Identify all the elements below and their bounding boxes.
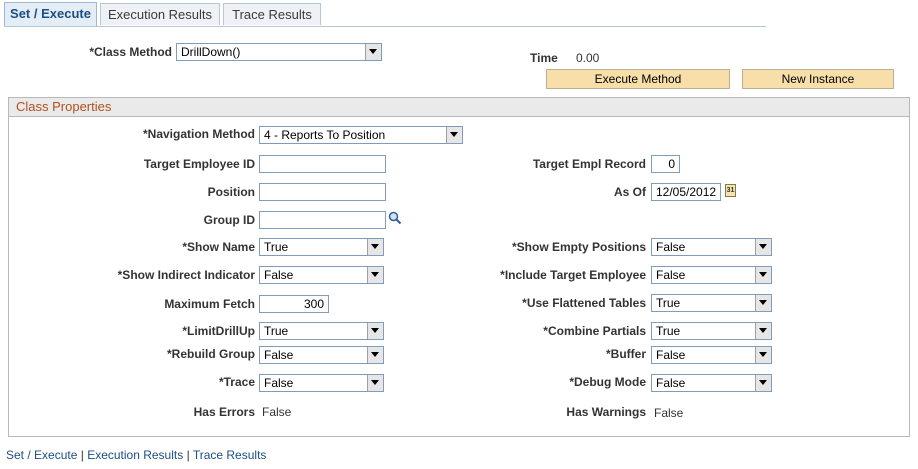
target-empl-record-label: Target Empl Record bbox=[532, 157, 646, 171]
navigation-method-value: 4 - Reports To Position bbox=[264, 128, 386, 142]
chevron-down-icon[interactable] bbox=[367, 267, 383, 283]
navigation-method-select[interactable]: 4 - Reports To Position bbox=[259, 126, 463, 144]
chevron-down-icon[interactable] bbox=[446, 127, 462, 143]
search-icon[interactable] bbox=[388, 211, 402, 225]
combine-partials-select[interactable]: True bbox=[651, 322, 772, 340]
chevron-down-icon[interactable] bbox=[367, 347, 383, 363]
has-errors-label: Has Errors bbox=[193, 405, 255, 419]
trace-label: *Trace bbox=[218, 375, 255, 389]
show-name-select[interactable]: True bbox=[259, 238, 384, 256]
combine-partials-label: *Combine Partials bbox=[543, 324, 646, 338]
rebuild-group-select[interactable]: False bbox=[259, 346, 384, 364]
limit-drill-up-label: *LimitDrillUp bbox=[182, 324, 255, 338]
chevron-down-icon[interactable] bbox=[755, 295, 771, 311]
has-warnings-value: False bbox=[654, 406, 684, 420]
class-properties-header bbox=[8, 97, 910, 117]
chevron-down-icon[interactable] bbox=[755, 347, 771, 363]
limit-drill-up-select[interactable]: True bbox=[259, 322, 384, 340]
limit-drill-up-value: True bbox=[264, 324, 289, 338]
chevron-down-icon[interactable] bbox=[367, 239, 383, 255]
class-method-value: DrillDown() bbox=[181, 45, 241, 59]
group-id-input[interactable] bbox=[259, 211, 386, 229]
target-empl-record-input[interactable]: 0 bbox=[651, 155, 680, 173]
debug-mode-label: *Debug Mode bbox=[569, 375, 646, 389]
as-of-input[interactable]: 12/05/2012 bbox=[651, 183, 721, 201]
tab-strip-line bbox=[4, 26, 766, 27]
target-employee-id-input[interactable] bbox=[259, 155, 386, 173]
target-employee-id-label: Target Employee ID bbox=[143, 157, 255, 171]
position-input[interactable] bbox=[259, 183, 386, 201]
chevron-down-icon[interactable] bbox=[367, 323, 383, 339]
footer-link-set-execute[interactable]: Set / Execute bbox=[6, 448, 77, 462]
footer-link-execution-results[interactable]: Execution Results bbox=[87, 448, 183, 462]
as-of-label: As Of bbox=[613, 185, 646, 199]
show-name-value: True bbox=[264, 240, 289, 254]
debug-mode-value: False bbox=[656, 376, 686, 390]
footer-separator: | bbox=[80, 448, 84, 462]
show-name-label: *Show Name bbox=[182, 240, 255, 254]
maximum-fetch-input[interactable]: 300 bbox=[259, 295, 329, 313]
new-instance-button[interactable]: New Instance bbox=[742, 69, 894, 89]
chevron-down-icon[interactable] bbox=[367, 375, 383, 391]
use-flattened-tables-select[interactable]: True bbox=[651, 294, 772, 312]
tab-set-execute[interactable]: Set / Execute bbox=[4, 2, 97, 26]
show-indirect-indicator-select[interactable]: False bbox=[259, 266, 384, 284]
debug-mode-select[interactable]: False bbox=[651, 374, 772, 392]
show-indirect-indicator-value: False bbox=[264, 268, 294, 282]
navigation-method-label: *Navigation Method bbox=[142, 127, 255, 141]
chevron-down-icon[interactable] bbox=[755, 267, 771, 283]
chevron-down-icon[interactable] bbox=[755, 323, 771, 339]
time-value: 0.00 bbox=[576, 51, 600, 65]
group-id-label: Group ID bbox=[203, 213, 255, 227]
show-indirect-indicator-label: *Show Indirect Indicator bbox=[117, 268, 255, 282]
execute-method-button[interactable]: Execute Method bbox=[546, 69, 730, 89]
class-method-label: *Class Method bbox=[89, 45, 172, 59]
buffer-label: *Buffer bbox=[605, 347, 646, 361]
use-flattened-tables-label: *Use Flattened Tables bbox=[522, 296, 646, 310]
chevron-down-icon[interactable] bbox=[755, 375, 771, 391]
buffer-value: False bbox=[656, 348, 686, 362]
class-properties-panel bbox=[8, 97, 910, 437]
has-errors-value: False bbox=[262, 405, 292, 419]
show-empty-positions-value: False bbox=[656, 240, 686, 254]
calendar-icon[interactable]: 31 bbox=[725, 184, 736, 197]
rebuild-group-value: False bbox=[264, 348, 294, 362]
position-label: Position bbox=[207, 185, 255, 199]
show-empty-positions-label: *Show Empty Positions bbox=[511, 240, 646, 254]
tab-trace-results[interactable]: Trace Results bbox=[223, 3, 321, 25]
use-flattened-tables-value: True bbox=[656, 296, 681, 310]
tab-execution-results[interactable]: Execution Results bbox=[100, 3, 220, 25]
include-target-employee-select[interactable]: False bbox=[651, 266, 772, 284]
trace-select[interactable]: False bbox=[259, 374, 384, 392]
show-empty-positions-select[interactable]: False bbox=[651, 238, 772, 256]
footer-separator: | bbox=[186, 448, 190, 462]
class-properties-title: Class Properties bbox=[16, 99, 112, 114]
class-method-select[interactable]: DrillDown() bbox=[176, 43, 382, 61]
chevron-down-icon[interactable] bbox=[755, 239, 771, 255]
trace-value: False bbox=[264, 376, 294, 390]
buffer-select[interactable]: False bbox=[651, 346, 772, 364]
has-warnings-label: Has Warnings bbox=[566, 405, 646, 419]
include-target-employee-value: False bbox=[656, 268, 686, 282]
footer-link-trace-results[interactable]: Trace Results bbox=[193, 448, 267, 462]
combine-partials-value: True bbox=[656, 324, 681, 338]
footer-links: Set / Execute | Execution Results | Trac… bbox=[6, 448, 266, 462]
include-target-employee-label: *Include Target Employee bbox=[500, 268, 646, 282]
maximum-fetch-label: Maximum Fetch bbox=[164, 297, 255, 311]
chevron-down-icon[interactable] bbox=[365, 44, 381, 60]
rebuild-group-label: *Rebuild Group bbox=[167, 347, 255, 361]
time-label: Time bbox=[530, 51, 558, 65]
